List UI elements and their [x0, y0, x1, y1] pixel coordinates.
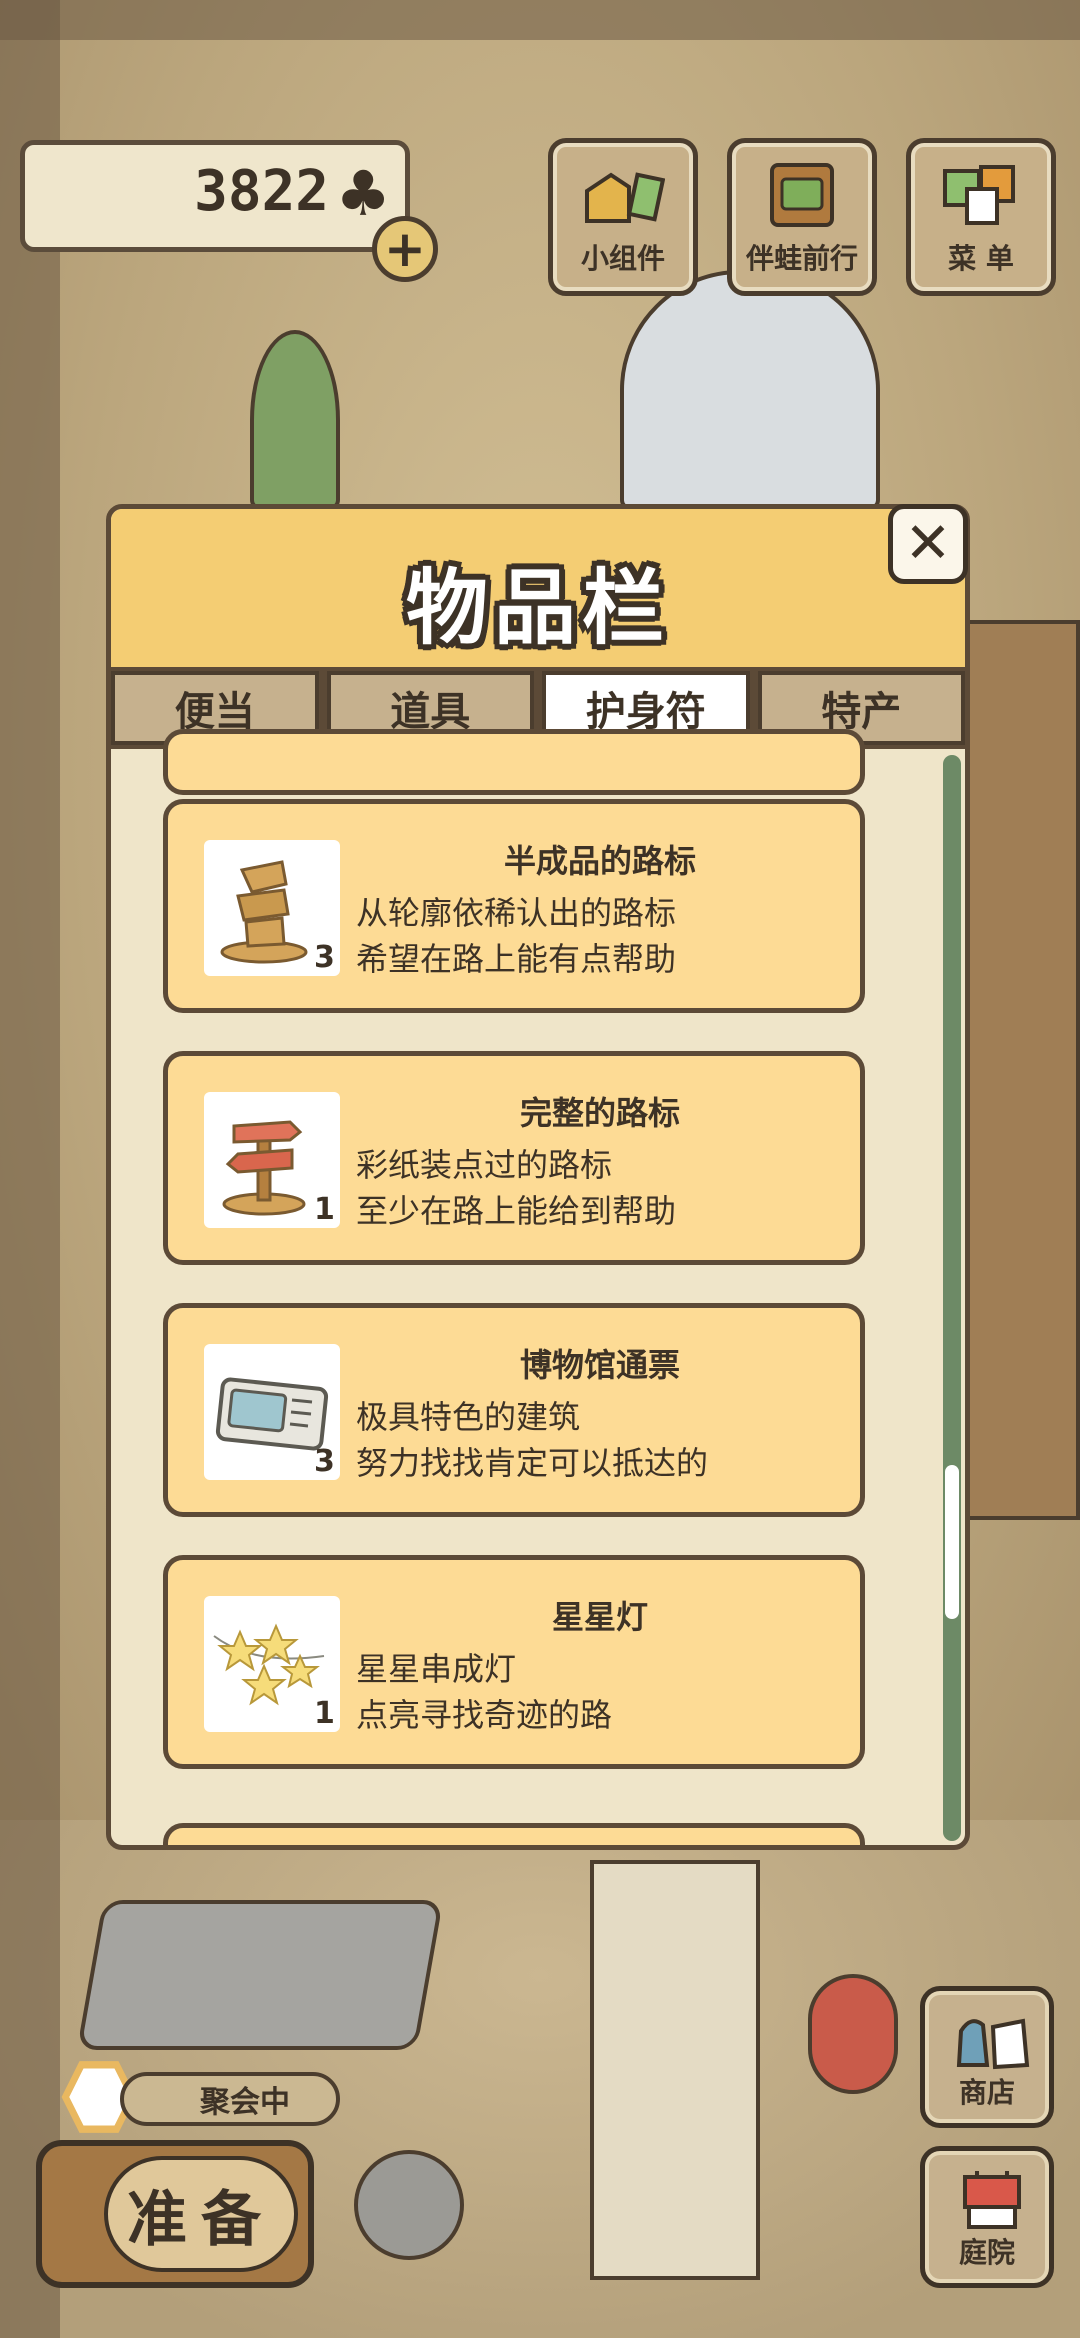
yard-label: 庭院 — [958, 2236, 1015, 2269]
widget-label: 小组件 — [580, 242, 665, 275]
list-item[interactable]: 3 半成品的路标 从轮廓依稀认出的路标 希望在路上能有点帮助 — [163, 799, 865, 1013]
rock-decoration — [354, 2150, 464, 2260]
item-description-line2: 努力找找肯定可以抵达的 — [356, 1444, 709, 1482]
list-item[interactable]: 1 星星灯 星星串成灯 点亮寻找奇迹的路 — [163, 1555, 865, 1769]
item-description-line2: 至少在路上能给到帮助 — [356, 1192, 677, 1230]
scrollbar-track[interactable] — [943, 755, 961, 1841]
item-name: 博物馆通票 — [519, 1346, 680, 1384]
party-status-label: 聚会中 — [120, 2072, 340, 2126]
clover-count: 3822 — [194, 159, 329, 224]
add-clover-button[interactable]: + — [372, 216, 438, 282]
item-description-line1: 从轮廓依稀认出的路标 — [356, 894, 677, 932]
lantern-decoration — [808, 1974, 898, 2094]
list-item-partial-bottom[interactable] — [163, 1823, 865, 1845]
item-description-line1: 彩纸装点过的路标 — [356, 1146, 613, 1184]
widget-icon — [585, 172, 665, 223]
folding-screen-decoration — [590, 1860, 760, 2280]
frog-companion-icon — [770, 163, 834, 227]
prepare-button[interactable]: 准备 — [36, 2140, 314, 2288]
party-status[interactable]: 聚会中 — [60, 2061, 340, 2133]
cave-edge-left — [0, 0, 60, 2338]
bookshelf-decoration — [966, 620, 1080, 1520]
item-description-line2: 点亮寻找奇迹的路 — [356, 1696, 613, 1734]
item-name: 星星灯 — [551, 1598, 648, 1636]
clover-icon: ♣ — [335, 157, 391, 230]
shop-button[interactable]: 商店 — [920, 1986, 1054, 2128]
frog-companion-label: 伴蛙前行 — [745, 242, 858, 275]
item-description-line1: 星星串成灯 — [356, 1650, 517, 1688]
item-description-line2: 希望在路上能有点帮助 — [356, 940, 677, 978]
inventory-title: 物品栏 — [405, 561, 670, 656]
widget-button[interactable]: 小组件 — [548, 138, 698, 296]
list-item[interactable]: 3 博物馆通票 极具特色的建筑 努力找找肯定可以抵达的 — [163, 1303, 865, 1517]
item-quantity: 1 — [314, 1192, 335, 1227]
clover-counter: 3822 ♣ — [20, 140, 410, 252]
item-name: 半成品的路标 — [503, 842, 696, 880]
stone-bench-decoration — [76, 1900, 444, 2050]
cave-edge-top — [0, 0, 1080, 40]
yard-button[interactable]: 庭院 — [920, 2146, 1054, 2288]
item-name: 完整的路标 — [519, 1094, 680, 1132]
item-quantity: 3 — [314, 1444, 335, 1479]
inventory-header: 物品栏 — [111, 509, 965, 671]
menu-icon — [943, 165, 1015, 225]
menu-label: 菜 单 — [948, 242, 1014, 275]
prepare-label: 准备 — [104, 2156, 298, 2272]
item-quantity: 1 — [314, 1696, 335, 1731]
inventory-panel: 物品栏 便当 道具 护身符 特产 3 半成品的路标 从轮廓依稀认出的路标 希望在… — [106, 504, 970, 1850]
curtain-decoration — [620, 270, 880, 510]
list-item[interactable]: 1 完整的路标 彩纸装点过的路标 至少在路上能给到帮助 — [163, 1051, 865, 1265]
item-quantity: 3 — [314, 940, 335, 975]
shop-label: 商店 — [958, 2076, 1015, 2109]
item-list[interactable]: 3 半成品的路标 从轮廓依稀认出的路标 希望在路上能有点帮助 1 完整的路标 彩… — [111, 729, 965, 1845]
shop-icon — [956, 2018, 1030, 2070]
frog-companion-button[interactable]: 伴蛙前行 — [727, 138, 877, 296]
plant-decoration — [250, 330, 340, 510]
list-item-partial-top[interactable] — [163, 729, 865, 795]
scrollbar-thumb[interactable] — [945, 1465, 959, 1619]
yard-icon — [963, 2171, 1021, 2229]
item-description-line1: 极具特色的建筑 — [356, 1398, 581, 1436]
close-button[interactable]: ✕ — [888, 504, 968, 584]
menu-button[interactable]: 菜 单 — [906, 138, 1056, 296]
